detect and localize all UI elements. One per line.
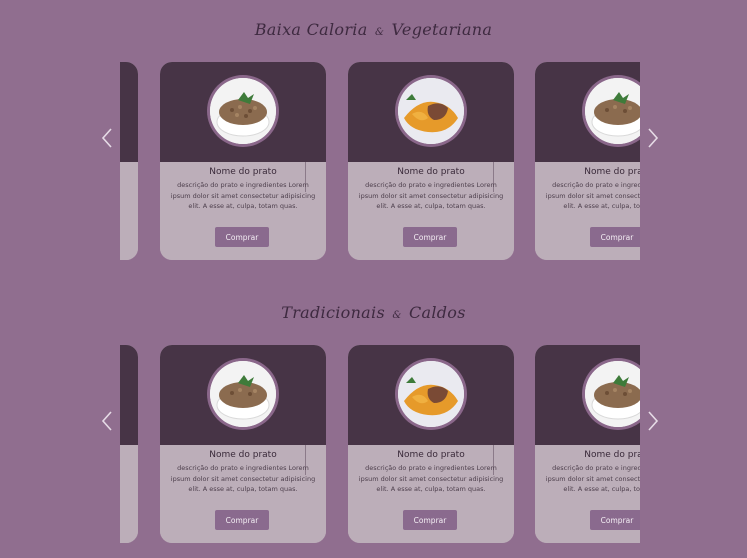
lentils-bowl-icon — [210, 78, 276, 144]
dish-description: descrição do prato e ingredientes Lorem … — [545, 181, 640, 210]
buy-button[interactable]: Comprar — [215, 510, 269, 530]
dish-card: Nome do prato descrição do prato e ingre… — [348, 345, 514, 543]
buy-button[interactable]: Comprar — [590, 510, 640, 530]
carousel-prev-button[interactable] — [100, 127, 114, 149]
dish-name: Nome do prato — [584, 167, 640, 177]
lentils-bowl-icon — [585, 361, 640, 427]
dish-card-partial — [120, 62, 138, 260]
dish-name: Nome do prato — [584, 450, 640, 460]
section-title-amp: & — [374, 27, 385, 38]
dish-name: Nome do prato — [397, 450, 465, 460]
dish-description: descrição do prato e ingredientes Lorem … — [358, 181, 504, 210]
dish-card-partial — [120, 345, 138, 543]
dish-name: Nome do prato — [209, 450, 277, 460]
section-title-part1: Tradicionais — [281, 303, 385, 322]
dish-name: Nome do prato — [397, 167, 465, 177]
carousel-next-button[interactable] — [646, 410, 660, 432]
carousel-viewport: Nome do prato descrição do prato e ingre… — [120, 62, 640, 260]
chevron-right-icon — [648, 128, 659, 148]
section-baixa-caloria: Baixa Caloria & Vegetariana Nome do prat… — [0, 0, 747, 270]
dish-description: descrição do prato e ingredientes Lorem … — [545, 464, 640, 493]
section-title-part1: Baixa Caloria — [254, 20, 368, 39]
dish-card: Nome do prato descrição do prato e ingre… — [535, 62, 640, 260]
buy-button[interactable]: Comprar — [403, 510, 457, 530]
dish-description: descrição do prato e ingredientes Lorem … — [170, 181, 316, 210]
dish-image — [395, 75, 467, 147]
chevron-left-icon — [101, 128, 112, 148]
chevron-left-icon — [101, 411, 112, 431]
buy-button[interactable]: Comprar — [590, 227, 640, 247]
section-title-part2: Caldos — [408, 303, 466, 322]
dish-description: descrição do prato e ingredientes Lorem … — [358, 464, 504, 493]
dish-card: Nome do prato descrição do prato e ingre… — [535, 345, 640, 543]
dish-image — [395, 358, 467, 430]
carousel-viewport: Nome do prato descrição do prato e ingre… — [120, 345, 640, 543]
lentils-bowl-icon — [210, 361, 276, 427]
section-title: Baixa Caloria & Vegetariana — [0, 20, 747, 39]
chevron-right-icon — [648, 411, 659, 431]
dish-image — [207, 75, 279, 147]
buy-button[interactable]: Comprar — [403, 227, 457, 247]
lentils-bowl-icon — [585, 78, 640, 144]
squash-meat-plate-icon — [398, 361, 464, 427]
section-title: Tradicionais & Caldos — [0, 303, 747, 322]
buy-button[interactable]: Comprar — [215, 227, 269, 247]
squash-meat-plate-icon — [398, 78, 464, 144]
dish-description: descrição do prato e ingredientes Lorem … — [170, 464, 316, 493]
dish-card: Nome do prato descrição do prato e ingre… — [160, 62, 326, 260]
dish-card: Nome do prato descrição do prato e ingre… — [348, 62, 514, 260]
section-title-part2: Vegetariana — [391, 20, 493, 39]
section-tradicionais: Tradicionais & Caldos Nome do prato desc… — [0, 283, 747, 558]
section-title-amp: & — [392, 310, 402, 321]
carousel-prev-button[interactable] — [100, 410, 114, 432]
dish-card: Nome do prato descrição do prato e ingre… — [160, 345, 326, 543]
carousel-next-button[interactable] — [646, 127, 660, 149]
dish-image — [207, 358, 279, 430]
dish-name: Nome do prato — [209, 167, 277, 177]
